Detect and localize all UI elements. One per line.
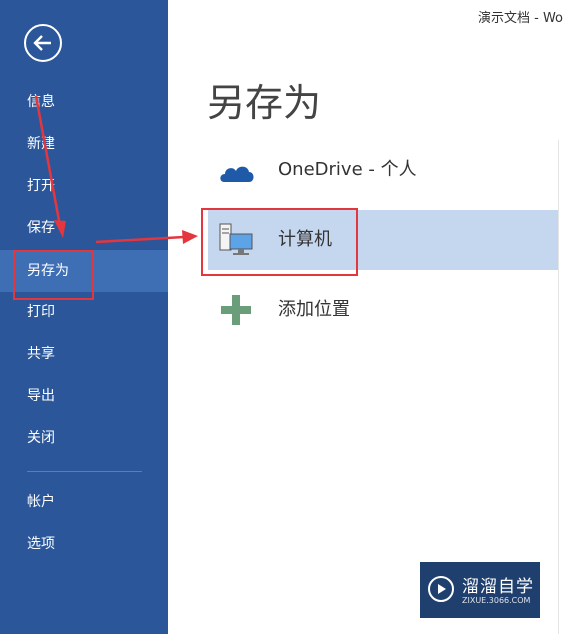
play-logo-icon	[428, 576, 454, 602]
arrow-head	[54, 220, 66, 238]
arrow-to-computer	[95, 235, 185, 244]
arrow-to-save-as	[34, 95, 62, 227]
watermark-title: 溜溜自学	[462, 577, 534, 597]
watermark-logo: 溜溜自学 ZIXUE.3066.COM	[420, 562, 540, 618]
arrow-head	[182, 230, 198, 244]
annotation-arrows	[34, 95, 198, 244]
watermark-subtitle: ZIXUE.3066.COM	[462, 596, 531, 605]
